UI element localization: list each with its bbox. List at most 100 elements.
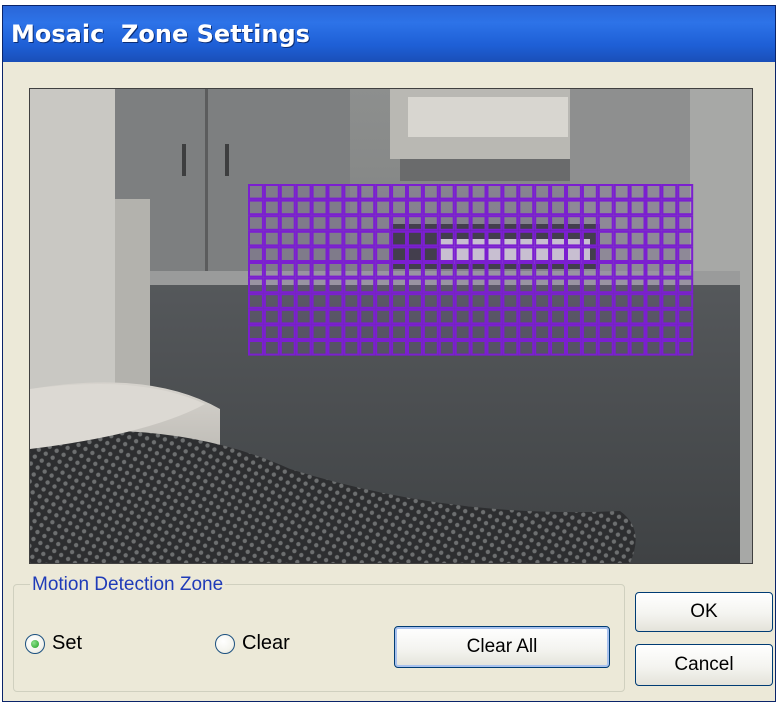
zone-cell[interactable] xyxy=(677,215,694,231)
zone-cell[interactable] xyxy=(581,215,598,231)
zone-cell[interactable] xyxy=(518,293,535,309)
zone-cell[interactable] xyxy=(661,262,678,278)
zone-cell[interactable] xyxy=(566,308,582,325)
camera-preview[interactable] xyxy=(29,88,753,564)
zone-cell[interactable] xyxy=(248,215,264,231)
zone-cell[interactable] xyxy=(407,246,423,262)
zone-cell[interactable] xyxy=(581,246,598,262)
zone-cell[interactable] xyxy=(295,308,312,325)
zone-cell[interactable] xyxy=(391,230,408,247)
zone-cell[interactable] xyxy=(645,199,662,216)
zone-cell[interactable] xyxy=(391,262,408,278)
zone-cell[interactable] xyxy=(343,324,360,340)
zone-cell[interactable] xyxy=(311,215,328,231)
zone-cell[interactable] xyxy=(550,324,566,340)
zone-cell[interactable] xyxy=(279,230,296,247)
zone-cell[interactable] xyxy=(629,262,646,278)
zone-cell[interactable] xyxy=(359,308,376,325)
zone-cell[interactable] xyxy=(550,230,566,247)
zone-cell[interactable] xyxy=(613,324,630,340)
zone-cell[interactable] xyxy=(454,262,471,278)
zone-cell[interactable] xyxy=(295,199,312,216)
zone-cell[interactable] xyxy=(629,293,646,309)
zone-cell[interactable] xyxy=(311,293,328,309)
zone-cell[interactable] xyxy=(613,293,630,309)
zone-cell[interactable] xyxy=(422,262,439,278)
zone-cell[interactable] xyxy=(597,262,614,278)
zone-cell[interactable] xyxy=(518,199,535,216)
zone-cell[interactable] xyxy=(518,215,535,231)
zone-cell[interactable] xyxy=(629,340,646,356)
zone-cell[interactable] xyxy=(534,246,551,262)
zone-cell[interactable] xyxy=(248,230,264,247)
zone-cell[interactable] xyxy=(566,246,582,262)
zone-cell[interactable] xyxy=(311,324,328,340)
zone-cell[interactable] xyxy=(566,340,582,356)
zone-cell[interactable] xyxy=(645,246,662,262)
zone-cell[interactable] xyxy=(581,293,598,309)
motion-zone-grid-overlay[interactable] xyxy=(30,89,752,563)
zone-cell[interactable] xyxy=(534,184,551,200)
zone-cell[interactable] xyxy=(263,293,280,309)
zone-cell[interactable] xyxy=(279,324,296,340)
zone-cell[interactable] xyxy=(359,184,376,200)
zone-cell[interactable] xyxy=(597,184,614,200)
zone-cell[interactable] xyxy=(566,262,582,278)
zone-cell[interactable] xyxy=(566,215,582,231)
zone-cell[interactable] xyxy=(343,199,360,216)
zone-cell[interactable] xyxy=(518,230,535,247)
zone-cell[interactable] xyxy=(422,184,439,200)
zone-cell[interactable] xyxy=(597,277,614,294)
zone-cell[interactable] xyxy=(263,340,280,356)
zone-cell[interactable] xyxy=(486,215,503,231)
zone-cell[interactable] xyxy=(550,293,566,309)
zone-cell[interactable] xyxy=(311,340,328,356)
zone-cell[interactable] xyxy=(327,262,344,278)
zone-cell[interactable] xyxy=(422,230,439,247)
zone-cell[interactable] xyxy=(597,199,614,216)
zone-cell[interactable] xyxy=(407,230,423,247)
zone-cell[interactable] xyxy=(550,340,566,356)
zone-cell[interactable] xyxy=(566,293,582,309)
zone-cell[interactable] xyxy=(327,184,344,200)
zone-cell[interactable] xyxy=(597,324,614,340)
zone-cell[interactable] xyxy=(454,215,471,231)
zone-cell[interactable] xyxy=(470,277,487,294)
zone-cell[interactable] xyxy=(470,230,487,247)
zone-cell[interactable] xyxy=(375,184,392,200)
zone-cell[interactable] xyxy=(311,277,328,294)
zone-cell[interactable] xyxy=(581,308,598,325)
zone-cell[interactable] xyxy=(295,324,312,340)
zone-cell[interactable] xyxy=(629,308,646,325)
zone-cell[interactable] xyxy=(518,184,535,200)
zone-cell[interactable] xyxy=(422,277,439,294)
zone-cell[interactable] xyxy=(613,262,630,278)
zone-cell[interactable] xyxy=(645,277,662,294)
zone-cell[interactable] xyxy=(359,324,376,340)
zone-cell[interactable] xyxy=(327,199,344,216)
zone-cell[interactable] xyxy=(597,308,614,325)
zone-cell[interactable] xyxy=(263,199,280,216)
cancel-button[interactable]: Cancel xyxy=(635,644,773,686)
zone-cell[interactable] xyxy=(581,230,598,247)
zone-cell[interactable] xyxy=(518,324,535,340)
zone-cell[interactable] xyxy=(566,277,582,294)
zone-cell[interactable] xyxy=(486,340,503,356)
zone-cell[interactable] xyxy=(502,308,519,325)
zone-cell[interactable] xyxy=(502,215,519,231)
zone-cell[interactable] xyxy=(359,246,376,262)
zone-cell[interactable] xyxy=(470,215,487,231)
zone-cell[interactable] xyxy=(343,230,360,247)
zone-cell[interactable] xyxy=(407,340,423,356)
zone-cell[interactable] xyxy=(375,277,392,294)
zone-cell[interactable] xyxy=(597,340,614,356)
zone-cell[interactable] xyxy=(438,215,455,231)
zone-cell[interactable] xyxy=(629,184,646,200)
zone-cell[interactable] xyxy=(279,215,296,231)
zone-cell[interactable] xyxy=(407,199,423,216)
zone-cell[interactable] xyxy=(438,308,455,325)
zone-cell[interactable] xyxy=(263,230,280,247)
zone-cell[interactable] xyxy=(327,215,344,231)
zone-cell[interactable] xyxy=(422,340,439,356)
zone-cell[interactable] xyxy=(343,340,360,356)
